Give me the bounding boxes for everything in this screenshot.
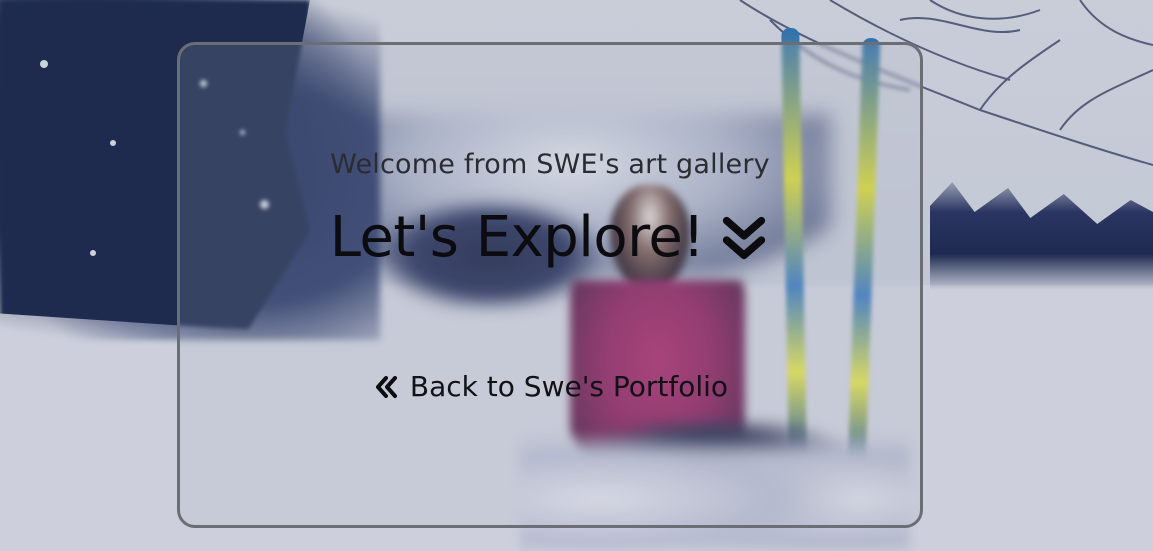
hero-background: Welcome from SWE's art gallery Let's Exp…	[0, 0, 1153, 551]
snowflake	[90, 250, 96, 256]
welcome-text: Welcome from SWE's art gallery	[330, 149, 770, 180]
snowflake	[40, 60, 48, 68]
double-chevron-down-icon[interactable]	[718, 212, 770, 264]
back-to-portfolio-link[interactable]: Back to Swe's Portfolio	[180, 370, 920, 403]
back-link-label: Back to Swe's Portfolio	[409, 370, 729, 403]
gallery-welcome-card: Welcome from SWE's art gallery Let's Exp…	[177, 42, 923, 528]
explore-heading[interactable]: Let's Explore!	[180, 205, 920, 270]
explore-title: Let's Explore!	[329, 205, 705, 270]
double-chevron-left-icon	[375, 375, 397, 398]
snowflake	[110, 140, 116, 146]
